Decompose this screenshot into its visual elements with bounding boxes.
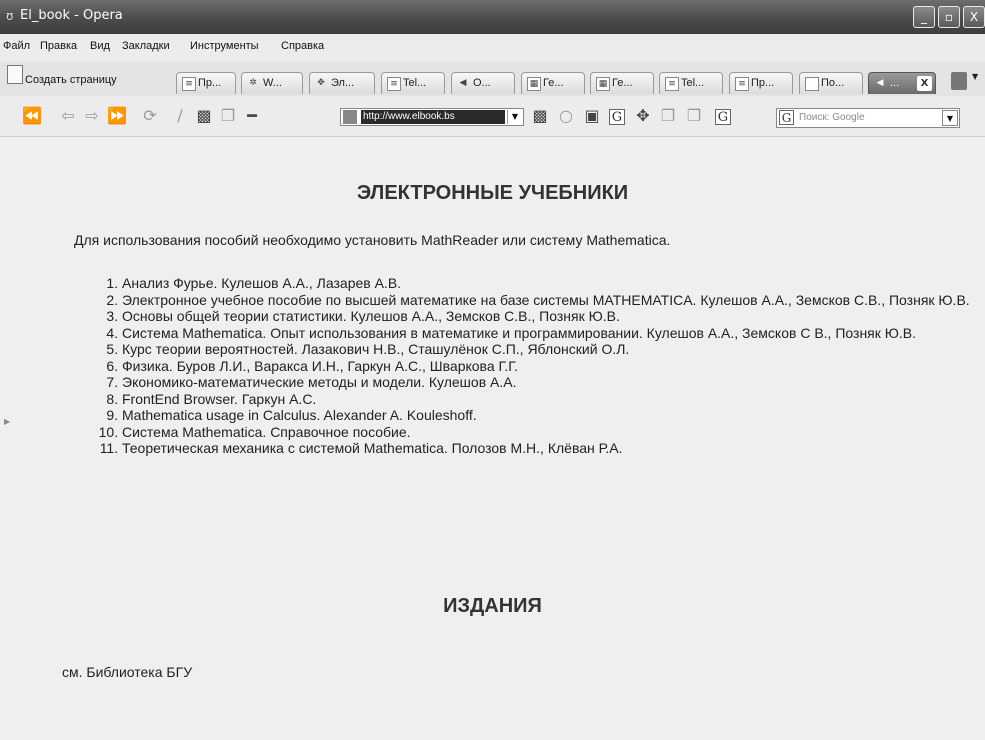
list-item[interactable]: Экономико-математические методы и модели… (122, 374, 972, 391)
menu-view[interactable]: Вид (90, 40, 110, 52)
list-item[interactable]: Система Mathematica. Справочное пособие. (122, 424, 972, 441)
list-item[interactable]: Система Mathematica. Опыт использования … (122, 325, 972, 342)
asterisk-icon: ✲ (249, 78, 257, 88)
new-tab-label: Создать страницу (25, 74, 117, 86)
tab-label: Ге... (612, 77, 633, 89)
checker-icon[interactable]: ▩ (530, 106, 550, 126)
google-icon: G (779, 110, 794, 125)
page-star-icon[interactable]: ❐ (684, 106, 704, 126)
image-icon: ▦ (527, 77, 541, 91)
tab-4[interactable]: ≡ Tel... (381, 72, 445, 94)
list-item[interactable]: Анализ Фурье. Кулешов А.А., Лазарев А.В. (122, 275, 972, 292)
tab-bar: Создать страницу ≡ Пр... ✲ W... ✥ Эл... … (0, 62, 985, 97)
tab-close-icon[interactable]: X (917, 76, 932, 91)
tab-label: Пр... (751, 77, 775, 89)
opera-logo-icon: ʊ (6, 9, 14, 23)
new-tab-button[interactable]: Создать страницу (0, 65, 172, 92)
tab-active[interactable]: ◀ ... X (868, 72, 936, 94)
tab-label: Пр... (198, 77, 222, 89)
tab-label: Tel... (681, 77, 705, 89)
page-icon: ≡ (387, 77, 401, 91)
tab-1[interactable]: ≡ Пр... (176, 72, 236, 94)
page-heading: ЭЛЕКТРОННЫЕ УЧЕБНИКИ (356, 182, 629, 204)
address-input[interactable]: http://www.elbook.bs (361, 110, 505, 124)
window-title: El_book - Opera (20, 8, 123, 23)
page-icon: ≡ (735, 77, 749, 91)
chevron-down-icon[interactable]: ▼ (972, 72, 978, 81)
menu-bookmarks[interactable]: Закладки (122, 40, 170, 52)
textbook-list: Анализ Фурье. Кулешов А.А., Лазарев А.В.… (122, 275, 972, 457)
tab-label: Tel... (403, 77, 427, 89)
page-icon: ≡ (182, 77, 196, 91)
google-icon[interactable]: G (609, 109, 625, 125)
title-bar: ʊ El_book - Opera _ ▫ X (0, 0, 985, 34)
edit-pen-icon[interactable]: ∕ (170, 106, 190, 126)
menu-bar: Файл Правка Вид Закладки Инструменты Спр… (0, 34, 985, 62)
circle-icon[interactable]: ○ (556, 106, 576, 126)
intro-text: Для использования пособий необходимо уст… (74, 232, 671, 248)
list-item[interactable]: Основы общей теории статистики. Кулешов … (122, 308, 972, 325)
fast-forward-icon[interactable]: ⏩ (107, 106, 127, 126)
page-content: ▶ ЭЛЕКТРОННЫЕ УЧЕБНИКИ Для использования… (0, 137, 985, 740)
dash-icon[interactable]: ━ (242, 106, 262, 126)
list-item[interactable]: FrontEnd Browser. Гаркун А.С. (122, 391, 972, 408)
tab-label: W... (263, 77, 282, 89)
list-item[interactable]: Электронное учебное пособие по высшей ма… (122, 292, 972, 309)
section-heading: ИЗДАНИЯ (443, 595, 542, 617)
tab-5[interactable]: ◀ О... (451, 72, 515, 94)
google-icon[interactable]: G (715, 109, 731, 125)
tab-label: По... (821, 77, 845, 89)
tab-2[interactable]: ✲ W... (241, 72, 303, 94)
tab-6[interactable]: ▦ Ге... (521, 72, 585, 94)
navigation-toolbar: ⏪ ⇦ ⇨ ⏩ ⟳ ∕ ▩ ❐ ━ http://www.elbook.bs ▼… (0, 96, 985, 137)
list-item[interactable]: Курс теории вероятностей. Лазакович Н.В.… (122, 341, 972, 358)
new-page-icon (7, 65, 23, 84)
tab-label: ... (890, 77, 900, 89)
speaker-icon: ◀ (876, 78, 884, 88)
menu-help[interactable]: Справка (281, 40, 324, 52)
list-item[interactable]: Mathematica usage in Calculus. Alexander… (122, 407, 972, 424)
library-link[interactable]: см. Библиотека БГУ (62, 664, 192, 680)
page-icon: ≡ (665, 77, 679, 91)
n-logo-icon[interactable]: ▣ (582, 106, 602, 126)
close-button[interactable]: X (963, 6, 985, 28)
tab-label: Эл... (331, 77, 355, 89)
rewind-icon[interactable]: ⏪ (22, 106, 42, 126)
blank-page-icon (805, 77, 819, 91)
dingbat-icon: ✥ (317, 78, 325, 88)
speaker-icon: ◀ (459, 78, 467, 88)
image-icon: ▦ (596, 77, 610, 91)
tab-10[interactable]: По... (799, 72, 863, 94)
page-star-icon[interactable]: ❐ (218, 106, 238, 126)
speaker-icon (343, 110, 357, 124)
tab-7[interactable]: ▦ Ге... (590, 72, 654, 94)
list-item[interactable]: Теоретическая механика с системой Mathem… (122, 440, 972, 457)
search-input[interactable]: Поиск: Google (799, 112, 865, 123)
chevron-down-icon[interactable]: ▼ (507, 110, 522, 124)
minimize-button[interactable]: _ (913, 6, 935, 28)
search-box[interactable]: G Поиск: Google ▼ (776, 108, 960, 128)
checker-icon[interactable]: ▩ (194, 106, 214, 126)
page-star-icon[interactable]: ❐ (658, 106, 678, 126)
list-item[interactable]: Физика. Буров Л.И., Варакса И.Н., Гаркун… (122, 358, 972, 375)
dingbat-icon[interactable]: ✥ (633, 106, 653, 126)
chevron-down-icon[interactable]: ▼ (942, 110, 958, 126)
back-icon[interactable]: ⇦ (58, 106, 78, 126)
side-panel-arrow-icon[interactable]: ▶ (4, 417, 10, 426)
tab-label: Ге... (543, 77, 564, 89)
menu-tools[interactable]: Инструменты (190, 40, 259, 52)
reload-icon[interactable]: ⟳ (140, 106, 160, 126)
forward-icon[interactable]: ⇨ (82, 106, 102, 126)
tab-8[interactable]: ≡ Tel... (659, 72, 723, 94)
tab-9[interactable]: ≡ Пр... (729, 72, 793, 94)
menu-file[interactable]: Файл (3, 40, 30, 52)
address-bar[interactable]: http://www.elbook.bs ▼ (340, 108, 524, 126)
menu-edit[interactable]: Правка (40, 40, 77, 52)
maximize-button[interactable]: ▫ (938, 6, 960, 28)
tab-label: О... (473, 77, 491, 89)
browser-window: ʊ El_book - Opera _ ▫ X Файл Правка Вид … (0, 0, 985, 740)
tab-3[interactable]: ✥ Эл... (309, 72, 375, 94)
trash-icon[interactable] (951, 72, 967, 90)
